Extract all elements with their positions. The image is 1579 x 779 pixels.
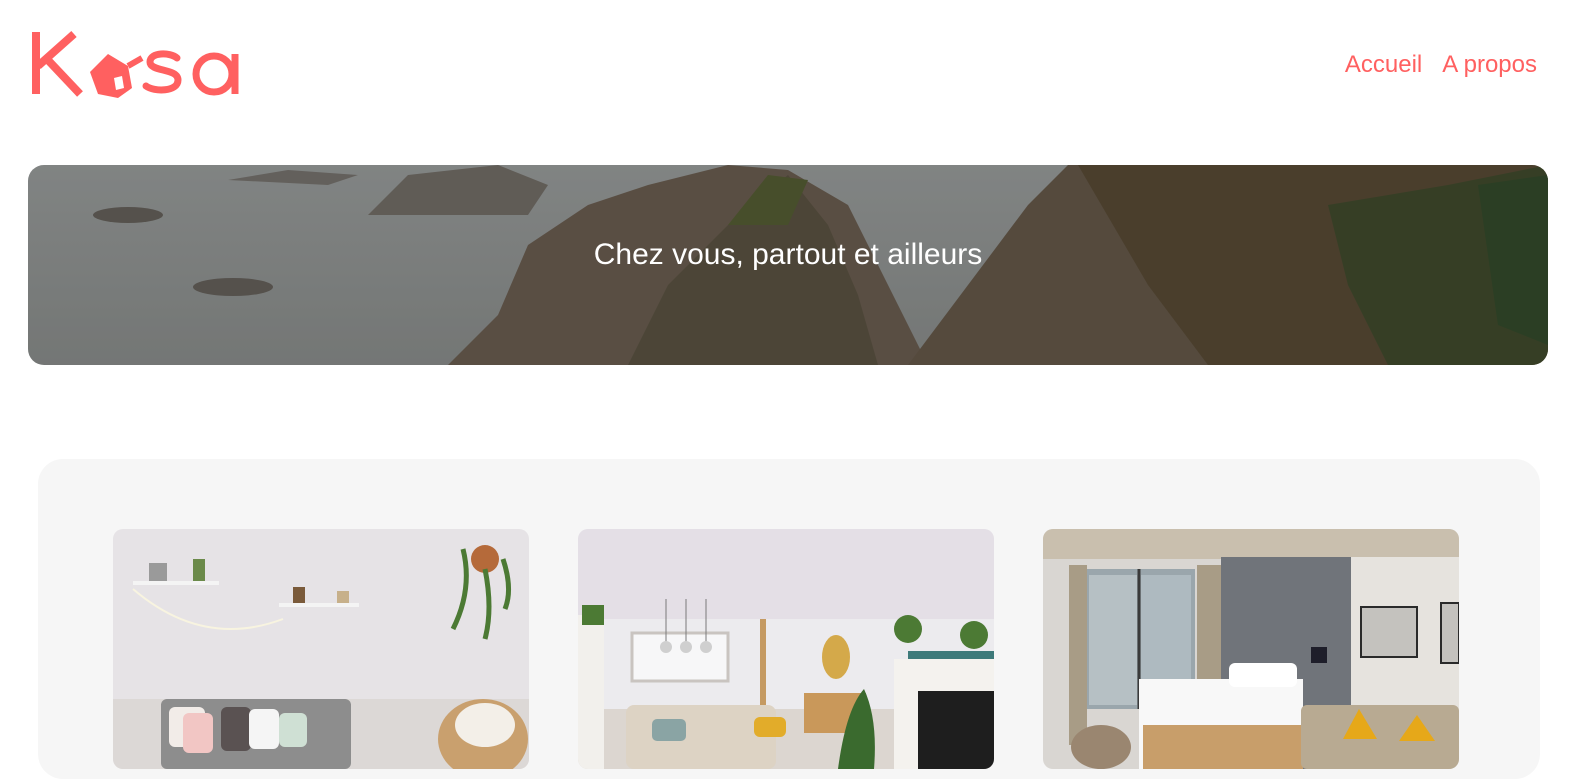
nav-link-accueil[interactable]: Accueil [1345, 50, 1422, 80]
kasa-logo-icon [32, 31, 239, 98]
nav-link-a-propos[interactable]: A propos [1442, 50, 1537, 80]
listing-card[interactable] [578, 529, 994, 769]
living-room-boho-image [113, 529, 529, 769]
living-room-plants-image [578, 529, 994, 769]
hotel-bedroom-image [1043, 529, 1459, 769]
listings-gallery [38, 459, 1540, 779]
listing-card[interactable] [1043, 529, 1459, 769]
listing-card[interactable] [113, 529, 529, 769]
kasa-logo[interactable] [32, 28, 248, 100]
main-nav: Accueil A propos [1345, 50, 1537, 80]
banner-title: Chez vous, partout et ailleurs [593, 238, 983, 271]
site-header: Accueil A propos [0, 0, 1579, 140]
hero-banner: Chez vous, partout et ailleurs [28, 165, 1548, 365]
